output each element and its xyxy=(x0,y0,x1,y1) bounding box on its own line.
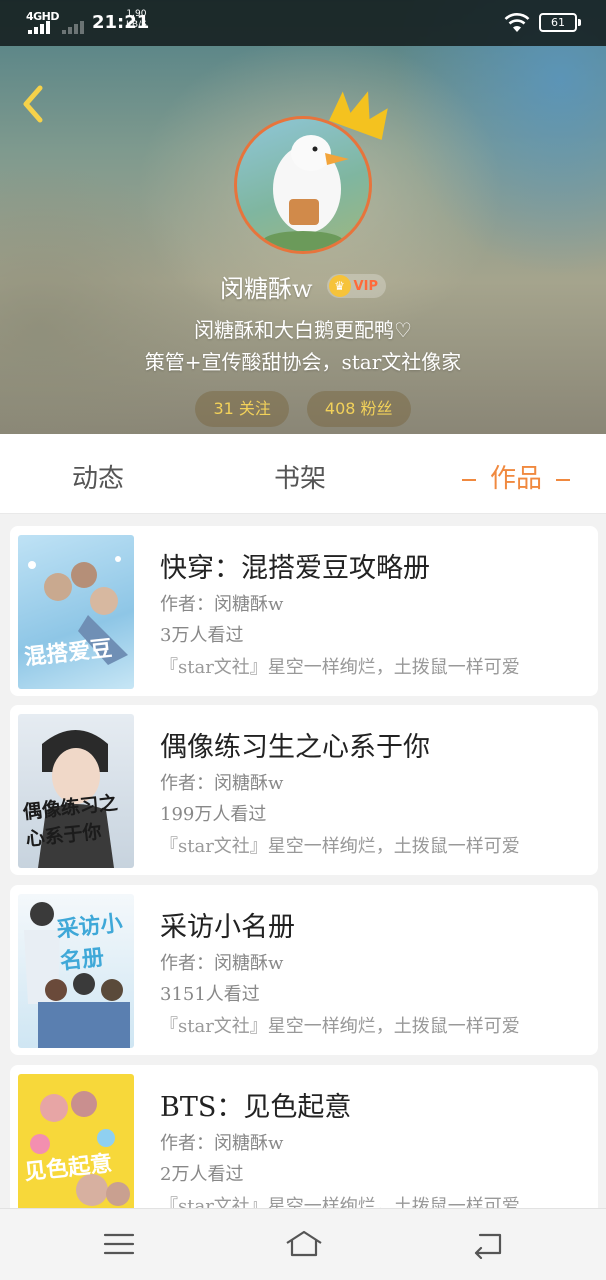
book-cover: 混搭爱豆 xyxy=(18,535,134,689)
speed-value: 1.90 xyxy=(126,9,147,19)
tab-activity[interactable]: 动态 xyxy=(72,458,124,495)
book-views: 199万人看过 xyxy=(160,804,267,825)
works-list: 混搭爱豆 快穿：混搭爱豆攻略册 作者：闵糖酥w 3万人看过 『star文社』星空… xyxy=(0,514,606,1208)
crown-icon xyxy=(329,91,388,140)
profile-stats: 31 关注 408 粉丝 xyxy=(0,391,606,427)
book-author: 作者：闵糖酥w xyxy=(160,1133,284,1154)
book-views: 2万人看过 xyxy=(160,1164,244,1185)
return-icon[interactable] xyxy=(470,1229,506,1259)
vip-badge[interactable]: ♛ VIP xyxy=(326,274,386,298)
book-description: 『star文社』星空一样绚烂，土拨鼠一样可爱 xyxy=(160,1196,520,1208)
book-description: 『star文社』星空一样绚烂，土拨鼠一样可爱 xyxy=(160,836,520,857)
book-views: 3151人看过 xyxy=(160,984,260,1005)
battery-level: 61 xyxy=(551,16,565,29)
book-cover: 见色起意 xyxy=(18,1074,134,1208)
tab-indicator-left xyxy=(462,479,476,481)
book-cover: 采访小名册 xyxy=(18,894,134,1048)
cover-title: 采访小名册 xyxy=(55,910,124,975)
bio-line-2: 策管+宣传酸甜协会，star文社像家 xyxy=(144,350,462,374)
profile-tabs: 动态 书架 作品 xyxy=(0,434,606,514)
signal-secondary-icon xyxy=(62,21,84,34)
book-card[interactable]: 偶像练习之心系于你 偶像练习生之心系于你 作者：闵糖酥w 199万人看过 『st… xyxy=(10,705,598,875)
avatar[interactable] xyxy=(234,91,388,254)
home-icon[interactable] xyxy=(284,1229,324,1259)
vip-label: VIP xyxy=(353,278,378,294)
system-navigation-bar xyxy=(0,1208,606,1280)
menu-icon[interactable] xyxy=(101,1229,137,1259)
book-title: 采访小名册 xyxy=(160,912,295,943)
book-card[interactable]: 采访小名册 采访小名册 作者：闵糖酥w 3151人看过 『star文社』星空一样… xyxy=(10,885,598,1055)
followers-button[interactable]: 408 粉丝 xyxy=(306,391,411,427)
network-speed: 1.90 KB/S xyxy=(126,9,147,31)
tab-indicator-right xyxy=(556,479,571,481)
speed-unit: KB/S xyxy=(126,20,147,30)
book-card[interactable]: 混搭爱豆 快穿：混搭爱豆攻略册 作者：闵糖酥w 3万人看过 『star文社』星空… xyxy=(10,526,598,696)
username-row: 闵糖酥w ♛ VIP xyxy=(0,266,606,306)
book-description: 『star文社』星空一样绚烂，土拨鼠一样可爱 xyxy=(160,657,520,678)
book-views: 3万人看过 xyxy=(160,625,244,646)
book-author: 作者：闵糖酥w xyxy=(160,773,284,794)
tab-works[interactable]: 作品 xyxy=(448,458,584,495)
cover-title: 偶像练习之心系于你 xyxy=(21,791,119,851)
book-title: BTS：见色起意 xyxy=(160,1092,352,1123)
book-author: 作者：闵糖酥w xyxy=(160,594,284,615)
book-description: 『star文社』星空一样绚烂，土拨鼠一样可爱 xyxy=(160,1016,520,1037)
book-card[interactable]: 见色起意 BTS：见色起意 作者：闵糖酥w 2万人看过 『star文社』星空一样… xyxy=(10,1065,598,1208)
tab-bookshelf[interactable]: 书架 xyxy=(274,458,326,495)
back-button[interactable] xyxy=(16,82,52,126)
vip-crown-icon: ♛ xyxy=(328,275,351,297)
wifi-icon xyxy=(504,13,530,32)
bio-line-1: 闵糖酥和大白鹅更配鸭♡ xyxy=(194,318,412,342)
tab-works-label: 作品 xyxy=(490,464,543,494)
status-bar: 4GHD 21:21 1.90 KB/S 61 xyxy=(0,0,606,46)
following-button[interactable]: 31 关注 xyxy=(195,391,289,427)
battery-icon: 61 xyxy=(539,13,581,32)
cover-art xyxy=(30,1091,130,1206)
username: 闵糖酥w xyxy=(220,274,313,303)
book-title: 快穿：混搭爱豆攻略册 xyxy=(160,553,430,584)
book-cover: 偶像练习之心系于你 xyxy=(18,714,134,868)
profile-header: 4GHD 21:21 1.90 KB/S 61 闵糖酥w ♛ VIP 闵糖酥和大… xyxy=(0,0,606,434)
signal-icon xyxy=(28,21,50,34)
profile-bio: 闵糖酥和大白鹅更配鸭♡ 策管+宣传酸甜协会，star文社像家 xyxy=(0,314,606,378)
book-title: 偶像练习生之心系于你 xyxy=(160,732,430,763)
book-author: 作者：闵糖酥w xyxy=(160,953,284,974)
